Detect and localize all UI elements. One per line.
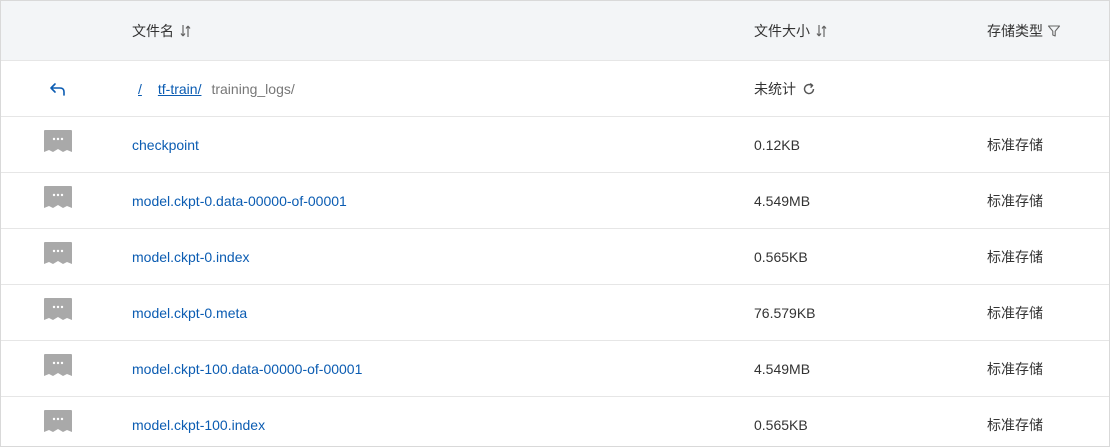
storage-type: 标准存储: [987, 192, 1043, 209]
file-icon: [44, 129, 72, 160]
storage-type: 标准存储: [987, 248, 1043, 265]
storage-type: 标准存储: [987, 360, 1043, 377]
storage-type: 标准存储: [987, 304, 1043, 321]
storage-type-cell: 标准存储: [987, 229, 1043, 284]
breadcrumb-parent[interactable]: tf-train/: [158, 81, 202, 97]
file-size: 0.12KB: [754, 136, 800, 153]
sort-icon[interactable]: [180, 24, 192, 38]
filter-icon[interactable]: [1047, 24, 1061, 38]
storage-type-cell: 标准存储: [987, 285, 1043, 340]
file-size-cell: 0.565KB: [754, 229, 808, 284]
table-row: checkpoint 0.12KB 标准存储: [1, 117, 1109, 173]
storage-type: 标准存储: [987, 136, 1043, 153]
file-name-cell: checkpoint: [132, 117, 199, 172]
name-column-label: 文件名: [132, 22, 174, 39]
file-size: 0.565KB: [754, 248, 808, 265]
file-list: checkpoint 0.12KB 标准存储 model.ckpt-0.data…: [1, 117, 1109, 446]
file-icon-cell: [44, 229, 72, 284]
back-arrow-icon[interactable]: [49, 81, 67, 97]
file-size-cell: 4.549MB: [754, 173, 810, 228]
folder-size-text: 未统计: [754, 80, 796, 97]
sort-icon[interactable]: [816, 24, 828, 38]
file-icon: [44, 353, 72, 384]
file-name-link[interactable]: model.ckpt-0.data-00000-of-00001: [132, 193, 347, 209]
type-column-label: 存储类型: [987, 22, 1043, 39]
file-name-link[interactable]: checkpoint: [132, 137, 199, 153]
file-name-link[interactable]: model.ckpt-0.meta: [132, 305, 247, 321]
file-size: 0.565KB: [754, 416, 808, 433]
file-size: 4.549MB: [754, 192, 811, 209]
file-icon: [44, 185, 72, 216]
file-size-cell: 4.549MB: [754, 341, 810, 396]
file-name-cell: model.ckpt-0.meta: [132, 285, 247, 340]
file-name-link[interactable]: model.ckpt-100.data-00000-of-00001: [132, 361, 362, 377]
refresh-icon[interactable]: [802, 82, 816, 96]
file-icon-cell: [44, 341, 72, 396]
file-name-cell: model.ckpt-0.index: [132, 229, 250, 284]
breadcrumb: / tf-train/ training_logs/: [138, 61, 295, 116]
file-icon-cell: [44, 117, 72, 172]
file-icon: [44, 297, 72, 328]
file-name-cell: model.ckpt-0.data-00000-of-00001: [132, 173, 347, 228]
breadcrumb-root[interactable]: /: [138, 81, 142, 97]
size-column-header[interactable]: 文件大小: [754, 1, 828, 60]
file-size-cell: 0.12KB: [754, 117, 800, 172]
breadcrumb-row: / tf-train/ training_logs/ 未统计: [1, 61, 1109, 117]
file-icon-cell: [44, 285, 72, 340]
folder-size-status: 未统计: [754, 61, 816, 116]
file-icon-cell: [44, 397, 72, 446]
table-row: model.ckpt-100.index 0.565KB 标准存储: [1, 397, 1109, 446]
file-table: 文件名 文件大小 存储类型 / tf-train/ training_logs/…: [0, 0, 1110, 447]
file-name-link[interactable]: model.ckpt-100.index: [132, 417, 265, 433]
name-column-header[interactable]: 文件名: [132, 1, 192, 60]
file-size-cell: 76.579KB: [754, 285, 816, 340]
file-size-cell: 0.565KB: [754, 397, 808, 446]
storage-type-cell: 标准存储: [987, 117, 1043, 172]
file-icon: [44, 241, 72, 272]
storage-type-cell: 标准存储: [987, 397, 1043, 446]
storage-type-cell: 标准存储: [987, 341, 1043, 396]
size-column-label: 文件大小: [754, 22, 810, 39]
type-column-header: 存储类型: [987, 1, 1061, 60]
file-size: 4.549MB: [754, 360, 811, 377]
table-row: model.ckpt-0.data-00000-of-00001 4.549MB…: [1, 173, 1109, 229]
table-row: model.ckpt-0.meta 76.579KB 标准存储: [1, 285, 1109, 341]
file-icon: [44, 409, 72, 440]
file-name-cell: model.ckpt-100.data-00000-of-00001: [132, 341, 362, 396]
file-size: 76.579KB: [754, 304, 816, 321]
storage-type: 标准存储: [987, 416, 1043, 433]
storage-type-cell: 标准存储: [987, 173, 1043, 228]
table-row: model.ckpt-100.data-00000-of-00001 4.549…: [1, 341, 1109, 397]
file-name-link[interactable]: model.ckpt-0.index: [132, 249, 250, 265]
table-header: 文件名 文件大小 存储类型: [1, 1, 1109, 61]
table-row: model.ckpt-0.index 0.565KB 标准存储: [1, 229, 1109, 285]
file-name-cell: model.ckpt-100.index: [132, 397, 265, 446]
file-icon-cell: [44, 173, 72, 228]
breadcrumb-current: training_logs/: [211, 80, 295, 97]
